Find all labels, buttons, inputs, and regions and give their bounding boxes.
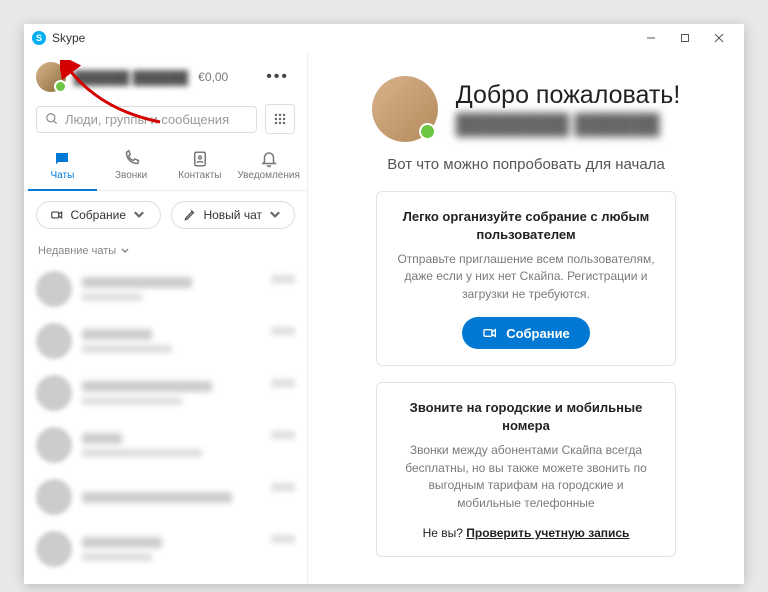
sidebar: ██████ ██████ €0,00 ••• Чаты [24, 52, 308, 584]
chat-preview [82, 553, 152, 561]
close-button[interactable] [702, 28, 736, 48]
chat-item[interactable] [24, 471, 307, 523]
more-menu-button[interactable]: ••• [260, 64, 295, 90]
card-text: Отправьте приглашение всем пользователям… [395, 251, 657, 303]
card-title: Легко организуйте собрание с любым польз… [395, 208, 657, 243]
chat-item[interactable] [24, 315, 307, 367]
video-icon [482, 325, 498, 341]
tab-notifications[interactable]: Уведомления [234, 144, 303, 190]
card-title: Звоните на городские и мобильные номера [395, 399, 657, 434]
search-icon [45, 112, 59, 126]
chat-name [82, 492, 232, 503]
chat-time [271, 379, 295, 387]
search-box[interactable] [36, 106, 257, 133]
chat-time [271, 483, 295, 491]
card-text: Звонки между абонентами Скайпа всегда бе… [395, 442, 657, 512]
chat-time [271, 275, 295, 283]
profile-balance: €0,00 [198, 70, 228, 84]
welcome-title: Добро пожаловать! [456, 81, 681, 110]
chat-preview [82, 449, 202, 457]
chat-preview [82, 345, 172, 353]
chat-name [82, 277, 192, 288]
chat-avatar [36, 271, 72, 307]
recent-chats-header[interactable]: Недавние чаты [24, 239, 307, 263]
dialpad-icon [273, 112, 287, 126]
chat-item[interactable] [24, 367, 307, 419]
chat-preview [82, 397, 182, 405]
search-input[interactable] [65, 112, 248, 127]
window-title: Skype [52, 31, 85, 45]
chat-icon [53, 150, 71, 168]
card-footer: Не вы? Проверить учетную запись [395, 526, 657, 540]
dialpad-button[interactable] [265, 104, 295, 134]
tab-contacts[interactable]: Контакты [166, 144, 235, 190]
welcome-subtitle: Вот что можно попробовать для начала [387, 156, 665, 173]
skype-logo-icon: S [32, 31, 46, 45]
chat-avatar [36, 531, 72, 567]
chat-name [82, 329, 152, 340]
avatar[interactable] [36, 62, 66, 92]
chat-time [271, 535, 295, 543]
chat-item[interactable] [24, 263, 307, 315]
chevron-down-icon [120, 246, 130, 256]
chat-list [24, 263, 307, 584]
app-window: S Skype ██████ ██████ €0,00 ••• [24, 24, 744, 584]
bell-icon [260, 150, 278, 168]
chat-avatar [36, 427, 72, 463]
phone-icon [122, 150, 140, 168]
compose-icon [183, 208, 197, 222]
chat-name [82, 537, 162, 548]
chat-time [271, 327, 295, 335]
main-pane: Добро пожаловать! ████████ ██████ Вот чт… [308, 52, 744, 584]
contacts-icon [191, 150, 209, 168]
maximize-button[interactable] [668, 28, 702, 48]
chat-avatar [36, 479, 72, 515]
card-calls: Звоните на городские и мобильные номера … [376, 382, 676, 557]
make-meeting-button[interactable]: Собрание [462, 317, 590, 349]
chat-avatar [36, 323, 72, 359]
chat-item[interactable] [24, 523, 307, 575]
chat-time [271, 431, 295, 439]
check-account-link[interactable]: Проверить учетную запись [466, 526, 629, 540]
profile-name: ██████ ██████ [74, 70, 188, 85]
tab-calls[interactable]: Звонки [97, 144, 166, 190]
video-icon [50, 208, 64, 222]
chat-item[interactable] [24, 419, 307, 471]
profile-row[interactable]: ██████ ██████ €0,00 ••• [24, 52, 307, 98]
new-chat-button[interactable]: Новый чат [171, 201, 296, 229]
titlebar: S Skype [24, 24, 744, 52]
chat-preview [82, 293, 142, 301]
meeting-button[interactable]: Собрание [36, 201, 161, 229]
nav-tabs: Чаты Звонки Контакты Уведомления [24, 144, 307, 191]
minimize-button[interactable] [634, 28, 668, 48]
chat-name [82, 381, 212, 392]
tab-chats[interactable]: Чаты [28, 144, 97, 191]
chevron-down-icon [132, 208, 146, 222]
avatar-large [372, 76, 438, 142]
chat-avatar [36, 375, 72, 411]
chevron-down-icon [268, 208, 282, 222]
welcome-username: ████████ ██████ [456, 114, 681, 137]
chat-name [82, 433, 122, 444]
card-meeting: Легко организуйте собрание с любым польз… [376, 191, 676, 366]
